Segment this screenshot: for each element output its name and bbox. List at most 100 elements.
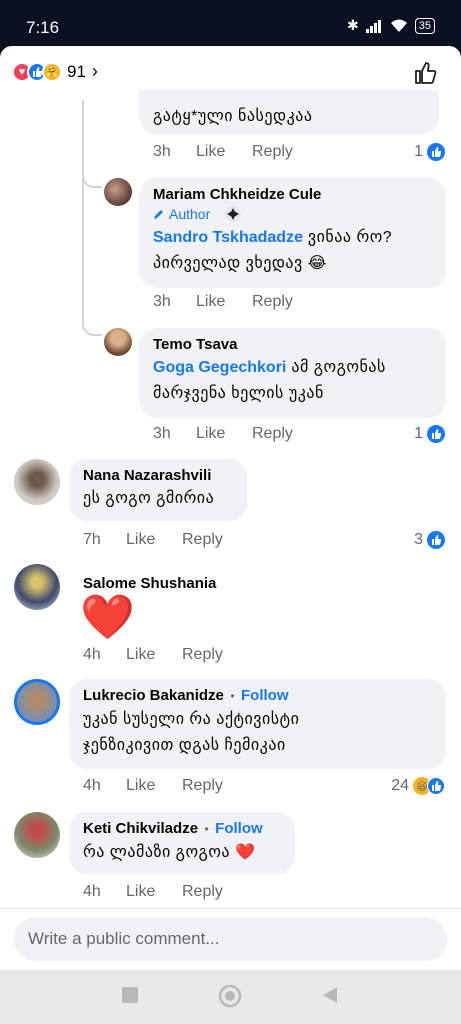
comment-bubble[interactable]: Keti Chikviladze • Follow რა ლამაზი გოგო… [69, 812, 295, 874]
comment-meta: 4h Like Reply [83, 883, 223, 901]
comment-bubble[interactable]: Lukrecio Bakanidze • Follow უკან სუსელი … [69, 679, 446, 769]
comment-input[interactable]: Write a public comment... [14, 917, 447, 961]
like-reaction-icon [427, 777, 445, 795]
reaction-count: 91 [67, 61, 86, 81]
reply-button[interactable]: Reply [182, 777, 223, 795]
mention-link[interactable]: Sandro Tskhadadze [153, 229, 303, 246]
like-post-icon[interactable] [413, 60, 439, 86]
comment-text: Sandro Tskhadadze ვინაა რო? [153, 225, 432, 251]
reply-thread-line [82, 100, 84, 316]
comment-text: ეს გოგო გმირია [83, 490, 215, 507]
reply-button[interactable]: Reply [182, 531, 223, 549]
like-button[interactable]: Like [126, 777, 182, 795]
pencil-icon [154, 210, 163, 219]
separator-dot: • [204, 822, 209, 836]
reactions-summary[interactable]: ♥ 🤗 91 › [12, 61, 98, 82]
avatar[interactable] [14, 679, 60, 725]
comment-meta: 3h Like Reply [153, 143, 293, 161]
avatar[interactable] [14, 812, 60, 858]
comment-reactions[interactable]: 1 [414, 425, 445, 443]
reaction-count: 1 [414, 425, 423, 442]
comment-bubble[interactable]: Mariam Chkheidze Cule Author Sandro Tskh… [139, 178, 446, 288]
like-reaction-icon [427, 531, 445, 549]
like-button[interactable]: Like [196, 425, 252, 443]
like-reaction-icon [427, 425, 445, 443]
comment-text-line: მარჯვენა ხელის უკან [153, 385, 324, 402]
battery-icon: 35 [414, 17, 435, 34]
comment-reactions[interactable]: 24 😆 [391, 777, 445, 795]
care-reaction-icon: 🤗 [42, 61, 62, 82]
follow-button[interactable]: Follow [215, 820, 263, 837]
reply-connector [82, 166, 102, 188]
like-button[interactable]: Like [196, 293, 252, 311]
comment-author[interactable]: Temo Tsava [153, 336, 432, 353]
like-reaction-icon [427, 143, 445, 161]
comment-meta: 4h Like Reply [83, 777, 223, 795]
avatar[interactable] [14, 459, 60, 505]
like-button[interactable]: Like [196, 143, 252, 161]
back-icon[interactable] [321, 986, 339, 1004]
comment-bubble[interactable]: Nana Nazarashvili ეს გოგო გმირია [69, 459, 247, 521]
author-label: Author [169, 206, 211, 222]
like-button[interactable]: Like [126, 883, 182, 901]
status-bar: 7:16 ✱ 35 [0, 0, 461, 46]
comment-author[interactable]: Mariam Chkheidze Cule [153, 186, 432, 203]
avatar[interactable] [14, 564, 60, 610]
comment-text: რა ლამაზი გოგოა ❤️ [83, 844, 256, 861]
avatar[interactable] [104, 178, 132, 206]
status-icons: ✱ 35 [347, 17, 435, 34]
comment-author[interactable]: Salome Shushania [83, 575, 216, 592]
comment-text-line: ვინაა რო? [302, 229, 393, 246]
comment-bubble[interactable]: Temo Tsava Goga Gegechkori ამ გოგონას მა… [139, 328, 446, 418]
home-icon[interactable] [218, 984, 242, 1008]
badge-icon [225, 206, 242, 222]
reply-button[interactable]: Reply [252, 293, 293, 311]
comment-text-line: უკან სუსელი რა აქტივისტი [83, 711, 300, 728]
reply-button[interactable]: Reply [182, 646, 223, 664]
comment-time: 3h [153, 143, 171, 160]
reply-button[interactable]: Reply [182, 883, 223, 901]
follow-button[interactable]: Follow [241, 687, 289, 704]
comments-sheet: ♥ 🤗 91 › გატყ*ული ნასედკაა 3h Like Reply… [0, 46, 461, 970]
author-badge: Author [153, 206, 210, 222]
recents-icon[interactable] [121, 986, 139, 1004]
like-button[interactable]: Like [126, 531, 182, 549]
comment-time: 4h [83, 646, 101, 663]
like-button[interactable]: Like [126, 646, 182, 664]
reply-button[interactable]: Reply [252, 143, 293, 161]
comment-author[interactable]: Nana Nazarashvili [83, 467, 233, 484]
comment-time: 3h [153, 425, 171, 442]
chevron-right-icon: › [91, 61, 98, 81]
comment-author[interactable]: Lukrecio Bakanidze [83, 687, 224, 704]
comment-time: 7h [83, 531, 101, 548]
status-time: 7:16 [26, 18, 60, 37]
comment-reactions[interactable]: 3 [414, 531, 445, 549]
comment-bubble[interactable]: გატყ*ული ნასედკაა [139, 90, 439, 134]
reaction-count: 1 [414, 143, 423, 160]
reaction-count: 3 [414, 531, 423, 548]
bluetooth-icon: ✱ [347, 17, 359, 33]
separator-dot: • [230, 689, 235, 703]
wifi-icon [390, 19, 407, 32]
comment-text-line: ამ გოგონას [286, 359, 386, 376]
comment-text-line: პირველად ვხედავ 😂 [153, 255, 327, 272]
comment-time: 4h [83, 883, 101, 900]
mention-link[interactable]: Goga Gegechkori [153, 359, 286, 376]
comment-reactions[interactable]: 1 [414, 143, 445, 161]
comment-time: 3h [153, 293, 171, 310]
reply-button[interactable]: Reply [252, 425, 293, 443]
comment-meta: 7h Like Reply [83, 531, 223, 549]
avatar[interactable] [104, 328, 132, 356]
heart-emoji: ❤️ [80, 593, 135, 642]
comment-text: Goga Gegechkori ამ გოგონას [153, 355, 432, 381]
comment-text-line: ჯენზიკივით დგას ჩემიკაი [83, 737, 286, 754]
comment-text: გატყ*ული ნასედკაა [153, 108, 313, 125]
composer-divider [0, 908, 461, 909]
signal-icon [365, 19, 381, 33]
reaction-count: 24 [391, 777, 409, 794]
comment-author[interactable]: Keti Chikviladze [83, 820, 198, 837]
reply-connector [82, 314, 102, 336]
comment-input-placeholder: Write a public comment... [28, 929, 220, 948]
comment-meta: 3h Like Reply [153, 425, 293, 443]
comment-meta: 4h Like Reply [83, 646, 223, 664]
